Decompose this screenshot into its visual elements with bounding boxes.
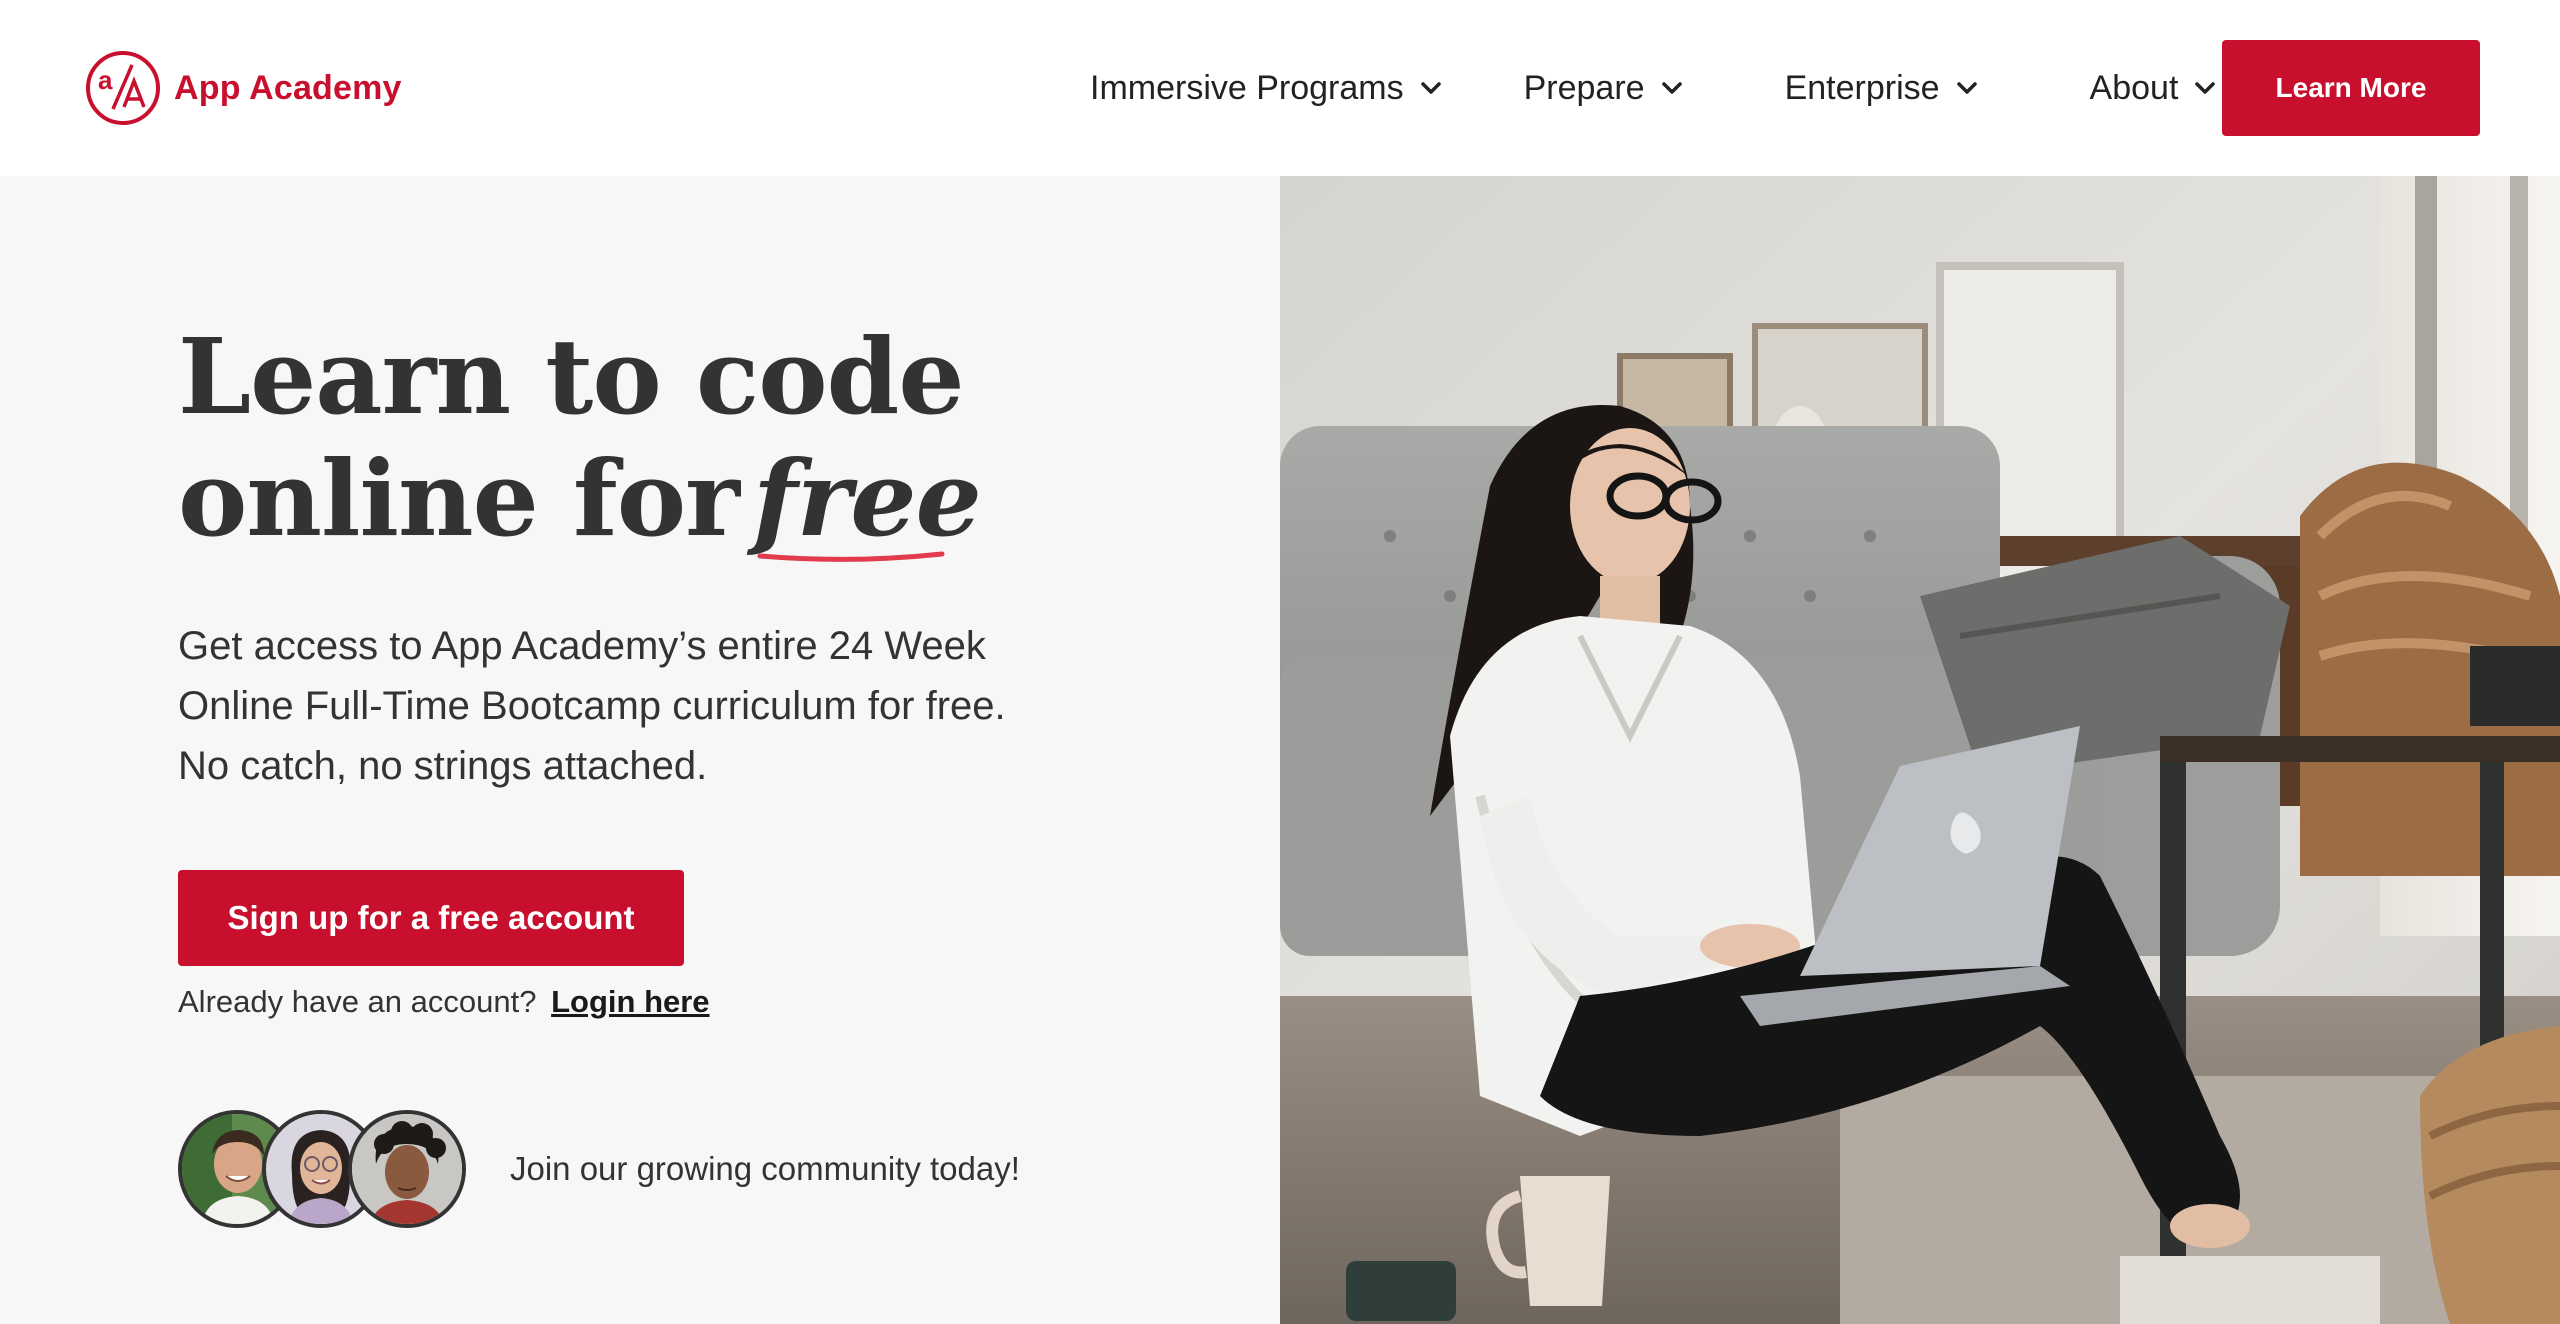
nav-label: Immersive Programs: [1090, 68, 1404, 107]
app-academy-logo-icon: a: [86, 51, 160, 125]
nav-label: About: [2089, 68, 2179, 107]
chevron-down-icon: [1420, 82, 1441, 94]
subcopy-line: Get access to App Academy’s entire 24 We…: [178, 624, 986, 668]
woman-coding-laptop-photo: [1280, 176, 2560, 1324]
login-prompt-line: Already have an account? Login here: [178, 984, 710, 1020]
headline-line-2-text: online for: [178, 437, 740, 560]
headline-line-1: Learn to code: [178, 315, 964, 438]
hero-content: Learn to code online for free Get access …: [0, 176, 1280, 1324]
headline-line-2: online for free: [178, 437, 982, 562]
signup-button[interactable]: Sign up for a free account: [178, 870, 684, 966]
main-nav: Immersive Programs Prepare Enterprise Ab…: [1090, 0, 2218, 176]
nav-item-immersive-programs[interactable]: Immersive Programs: [1090, 69, 1444, 108]
subcopy-line: No catch, no strings attached.: [178, 744, 708, 788]
logo-text: App Academy: [174, 68, 402, 107]
community-text: Join our growing community today!: [510, 1150, 1020, 1187]
site-header: a App Academy Immersive Programs Prepare…: [0, 0, 2560, 176]
hero-headline: Learn to code online for free: [178, 315, 982, 562]
avatar: [348, 1110, 466, 1228]
community-avatars: [178, 1110, 478, 1236]
hero-photo: [1280, 176, 2560, 1324]
nav-label: Prepare: [1523, 68, 1645, 107]
svg-text:a: a: [98, 65, 113, 95]
headline-emphasis-text: free: [752, 437, 982, 560]
subcopy-line: Online Full-Time Bootcamp curriculum for…: [178, 684, 1006, 728]
chevron-down-icon: [1956, 82, 1977, 94]
underline-swoosh-icon: [757, 551, 945, 562]
nav-item-prepare[interactable]: Prepare: [1524, 69, 1685, 108]
headline-emphasis: free: [752, 437, 982, 562]
nav-item-about[interactable]: About: [2090, 69, 2219, 108]
chevron-down-icon: [1661, 82, 1682, 94]
learn-more-button[interactable]: Learn More: [2222, 40, 2480, 136]
app-academy-logo[interactable]: a App Academy: [84, 48, 402, 128]
login-prompt: Already have an account?: [178, 984, 537, 1019]
login-link[interactable]: Login here: [551, 984, 709, 1019]
nav-item-enterprise[interactable]: Enterprise: [1785, 69, 1980, 108]
chevron-down-icon: [2195, 82, 2216, 94]
hero-subcopy: Get access to App Academy’s entire 24 We…: [178, 616, 1078, 796]
nav-label: Enterprise: [1784, 68, 1940, 107]
